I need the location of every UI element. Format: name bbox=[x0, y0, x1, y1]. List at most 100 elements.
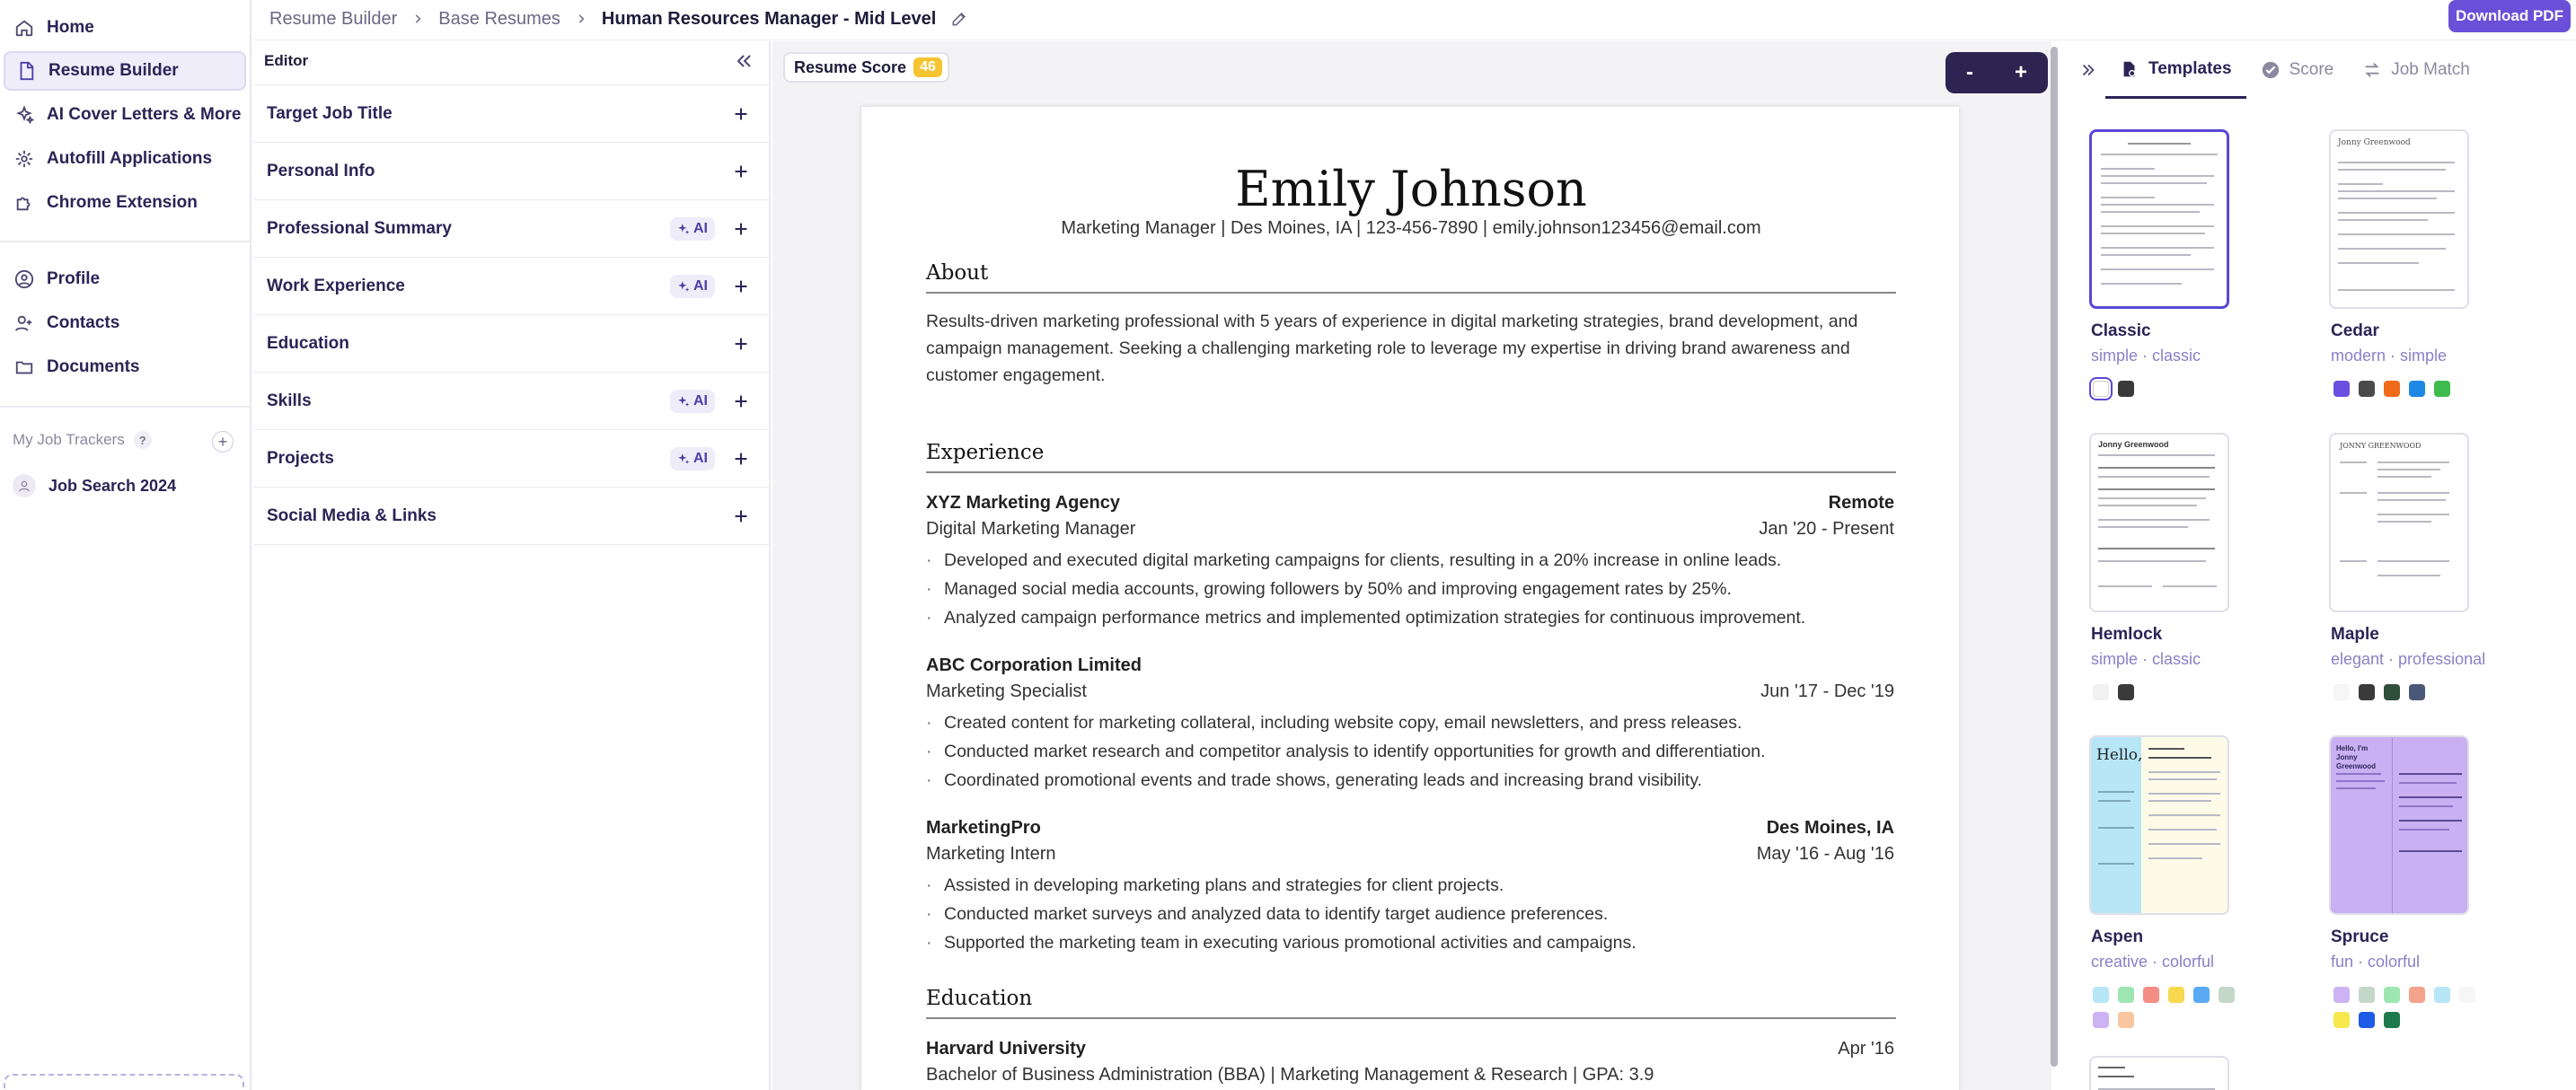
color-swatch[interactable] bbox=[2409, 987, 2425, 1003]
color-swatch[interactable] bbox=[2333, 684, 2350, 700]
ai-badge[interactable]: AI bbox=[670, 216, 715, 241]
color-swatch[interactable] bbox=[2118, 381, 2134, 397]
tab-job-match[interactable]: Job Match bbox=[2348, 41, 2484, 99]
color-swatch[interactable] bbox=[2193, 987, 2210, 1003]
job-role: Digital Marketing Manager bbox=[926, 519, 1136, 539]
template-thumb-next[interactable] bbox=[2089, 1056, 2229, 1090]
nav-resume-builder[interactable]: Resume Builder bbox=[4, 51, 246, 91]
template-thumb-hemlock[interactable]: Jonny Greenwood bbox=[2089, 433, 2229, 612]
color-swatch[interactable] bbox=[2333, 987, 2350, 1003]
nav-profile[interactable]: Profile bbox=[4, 259, 246, 299]
color-swatch[interactable] bbox=[2409, 684, 2425, 700]
resume-contact: Marketing Manager | Des Moines, IA | 123… bbox=[1061, 218, 1761, 238]
nav-contacts[interactable]: Contacts bbox=[4, 303, 246, 343]
nav-chrome-extension[interactable]: Chrome Extension bbox=[4, 183, 246, 223]
color-swatch[interactable] bbox=[2168, 987, 2184, 1003]
section-professional-summary[interactable]: Professional Summary AI bbox=[253, 200, 771, 258]
template-thumb-aspen[interactable]: Hello, bbox=[2089, 735, 2229, 915]
arrows-icon bbox=[2365, 63, 2379, 77]
collapse-left-icon[interactable] bbox=[733, 50, 754, 72]
ai-badge[interactable]: AI bbox=[670, 446, 715, 470]
color-swatch[interactable] bbox=[2384, 987, 2400, 1003]
template-thumb-classic[interactable] bbox=[2089, 129, 2229, 309]
plus-icon[interactable] bbox=[731, 391, 751, 411]
color-swatch[interactable] bbox=[2118, 987, 2134, 1003]
aspen-thumb-hello: Hello, bbox=[2096, 746, 2143, 764]
template-thumb-cedar[interactable]: Jonny Greenwood bbox=[2329, 129, 2469, 309]
section-projects[interactable]: Projects AI bbox=[253, 430, 771, 488]
ai-badge[interactable]: AI bbox=[670, 389, 715, 413]
section-education[interactable]: Education bbox=[253, 315, 771, 373]
resume-score-value: 46 bbox=[913, 57, 942, 77]
tab-score[interactable]: Score bbox=[2246, 41, 2349, 99]
plus-icon[interactable] bbox=[731, 162, 751, 181]
document-icon bbox=[16, 61, 36, 81]
expand-right-icon[interactable] bbox=[2062, 60, 2105, 80]
nav-documents[interactable]: Documents bbox=[4, 347, 246, 387]
zoom-out-button[interactable]: - bbox=[1966, 60, 1973, 85]
chevron-right-icon bbox=[411, 13, 424, 25]
color-swatch[interactable] bbox=[2384, 684, 2400, 700]
color-swatch[interactable] bbox=[2143, 987, 2159, 1003]
plus-icon[interactable] bbox=[731, 506, 751, 526]
color-swatch[interactable] bbox=[2118, 684, 2134, 700]
template-thumb-maple[interactable]: JONNY GREENWOOD bbox=[2329, 433, 2469, 612]
plus-icon[interactable] bbox=[731, 219, 751, 239]
color-swatch[interactable] bbox=[2384, 1012, 2400, 1028]
color-swatch[interactable] bbox=[2434, 987, 2450, 1003]
section-social-media-links[interactable]: Social Media & Links bbox=[253, 488, 771, 545]
resume-rule bbox=[926, 1017, 1896, 1019]
color-swatch[interactable] bbox=[2434, 381, 2450, 397]
color-swatch[interactable] bbox=[2219, 987, 2235, 1003]
preview-scrollbar[interactable] bbox=[2051, 47, 2058, 1067]
download-pdf-button[interactable]: Download PDF bbox=[2448, 0, 2571, 32]
section-target-job-title[interactable]: Target Job Title bbox=[253, 85, 771, 143]
section-work-experience[interactable]: Work Experience AI bbox=[253, 258, 771, 315]
plus-icon[interactable] bbox=[731, 104, 751, 124]
color-swatch[interactable] bbox=[2359, 381, 2375, 397]
pencil-icon[interactable] bbox=[950, 10, 968, 28]
section-personal-info[interactable]: Personal Info bbox=[253, 143, 771, 200]
resume-page[interactable]: Emily Johnson Marketing Manager | Des Mo… bbox=[860, 106, 1960, 1090]
plus-icon[interactable] bbox=[731, 277, 751, 296]
color-swatch[interactable] bbox=[2118, 1012, 2134, 1028]
color-swatch[interactable] bbox=[2089, 377, 2113, 400]
job-role: Marketing Specialist bbox=[926, 681, 1087, 701]
color-swatch[interactable] bbox=[2093, 684, 2109, 700]
color-swatch[interactable] bbox=[2093, 987, 2109, 1003]
resume-about-text: Results-driven marketing professional wi… bbox=[926, 312, 1858, 385]
section-skills[interactable]: Skills AI bbox=[253, 373, 771, 430]
tracker-item-job-search[interactable]: Job Search 2024 bbox=[13, 474, 176, 497]
help-icon[interactable]: ? bbox=[133, 431, 152, 449]
nav-ai-cover-letters[interactable]: AI Cover Letters & More bbox=[4, 95, 246, 135]
nav-autofill[interactable]: Autofill Applications bbox=[4, 139, 246, 179]
breadcrumb-base-resumes[interactable]: Base Resumes bbox=[438, 9, 560, 30]
add-tracker-button[interactable]: + bbox=[212, 431, 234, 453]
plus-icon[interactable] bbox=[731, 334, 751, 354]
color-swatch[interactable] bbox=[2359, 987, 2375, 1003]
section-label: Social Media & Links bbox=[267, 505, 437, 525]
nav-home[interactable]: Home bbox=[4, 8, 246, 48]
color-swatch[interactable] bbox=[2409, 381, 2425, 397]
tab-templates[interactable]: Templates bbox=[2105, 41, 2246, 99]
color-swatch[interactable] bbox=[2459, 987, 2475, 1003]
ai-badge[interactable]: AI bbox=[670, 274, 715, 298]
template-thumb-spruce[interactable]: Hello, I'm Jonny Greenwood bbox=[2329, 735, 2469, 915]
breadcrumb-resume-builder[interactable]: Resume Builder bbox=[269, 9, 397, 30]
color-swatch[interactable] bbox=[2093, 1012, 2109, 1028]
zoom-in-button[interactable]: + bbox=[2015, 60, 2027, 85]
color-swatch[interactable] bbox=[2384, 381, 2400, 397]
plus-icon[interactable] bbox=[731, 449, 751, 469]
color-swatch[interactable] bbox=[2359, 684, 2375, 700]
job-bullet-text: Developed and executed digital marketing… bbox=[944, 550, 1782, 570]
color-swatch[interactable] bbox=[2333, 1012, 2350, 1028]
contacts-icon bbox=[14, 313, 34, 333]
resume-score-label: Resume Score bbox=[794, 57, 907, 76]
sidebar-upgrade-box[interactable] bbox=[4, 1074, 244, 1090]
resume-score-pill[interactable]: Resume Score 46 bbox=[783, 52, 949, 83]
job-bullet: · Managed social media accounts, growing … bbox=[926, 579, 1732, 599]
folder-icon bbox=[14, 357, 34, 377]
section-label: Personal Info bbox=[267, 161, 375, 180]
color-swatch[interactable] bbox=[2359, 1012, 2375, 1028]
color-swatch[interactable] bbox=[2333, 381, 2350, 397]
